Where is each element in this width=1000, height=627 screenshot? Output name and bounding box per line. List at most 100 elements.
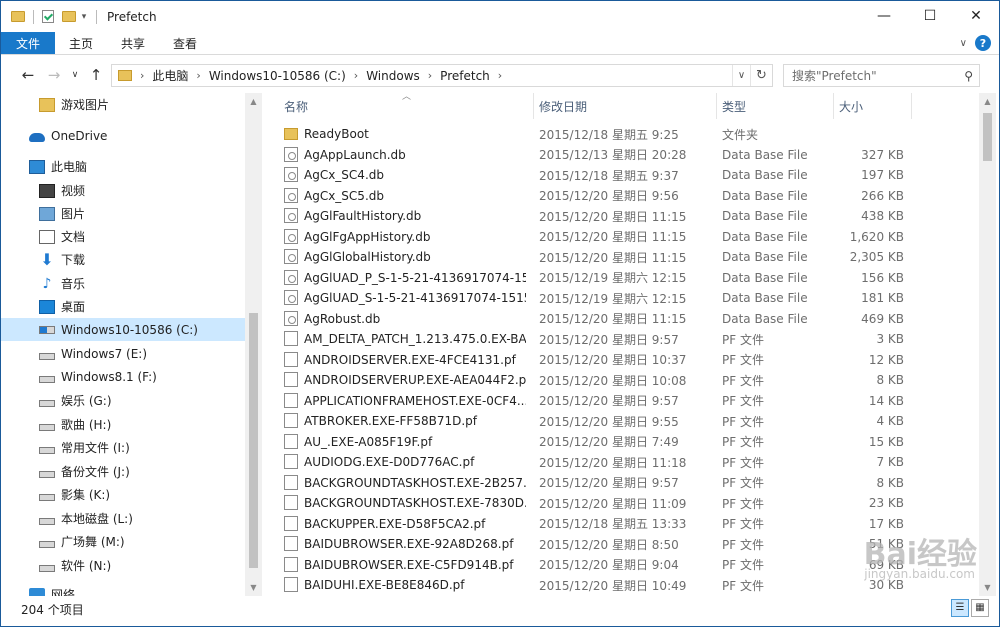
- back-button[interactable]: ←: [15, 66, 41, 84]
- file-row[interactable]: AgAppLaunch.db 2015/12/13 星期日 20:28 Data B…: [263, 145, 979, 166]
- column-divider[interactable]: [911, 93, 912, 119]
- file-row[interactable]: AgGlUAD_S-1-5-21-4136917074-1515... 2015/…: [263, 288, 979, 309]
- search-input[interactable]: 搜索"Prefetch" ⚲: [783, 64, 980, 87]
- breadcrumb-this-pc[interactable]: 此电脑: [152, 67, 188, 84]
- scroll-down-icon[interactable]: ▼: [979, 579, 996, 596]
- breadcrumb-separator[interactable]: ›: [354, 69, 358, 82]
- file-row[interactable]: BAIDUHI.EXE-BE8E846D.pf 2015/12/20 星期日 10…: [263, 575, 979, 596]
- tab-file[interactable]: 文件: [1, 32, 55, 54]
- sidebar-item[interactable]: ♪ 音乐: [1, 272, 245, 295]
- sidebar-item[interactable]: ⬇ 下载: [1, 248, 245, 271]
- file-row[interactable]: AM_DELTA_PATCH_1.213.475.0.EX-BA... 2015/…: [263, 329, 979, 350]
- sidebar-item[interactable]: 广场舞 (M:): [1, 530, 245, 553]
- file-row[interactable]: BACKGROUNDTASKHOST.EXE-2B257... 2015/12/2…: [263, 473, 979, 494]
- file-row[interactable]: AgCx_SC5.db 2015/12/20 星期日 9:56 Data Base …: [263, 186, 979, 207]
- file-row[interactable]: AUDIODG.EXE-D0D776AC.pf 2015/12/20 星期日 11…: [263, 452, 979, 473]
- breadcrumb-drive[interactable]: Windows10-10586 (C:): [209, 69, 346, 83]
- properties-icon[interactable]: [42, 10, 54, 23]
- breadcrumb-separator[interactable]: ›: [196, 69, 200, 82]
- breadcrumb-separator[interactable]: ›: [140, 69, 144, 82]
- maximize-button[interactable]: ☐: [907, 1, 953, 31]
- close-button[interactable]: ✕: [953, 1, 999, 31]
- search-icon[interactable]: ⚲: [964, 69, 973, 83]
- sidebar-item[interactable]: Windows7 (E:): [1, 342, 245, 365]
- file-row[interactable]: ANDROIDSERVER.EXE-4FCE4131.pf 2015/12/20 …: [263, 350, 979, 371]
- file-row[interactable]: AgRobust.db 2015/12/20 星期日 11:15 Data Base…: [263, 309, 979, 330]
- file-row[interactable]: APPLICATIONFRAMEHOST.EXE-0CF4... 2015/12/…: [263, 391, 979, 412]
- scroll-up-icon[interactable]: ▲: [979, 93, 996, 110]
- sidebar-item[interactable]: Windows10-10586 (C:): [1, 318, 245, 341]
- file-list-scrollbar[interactable]: ▲ ▼: [979, 93, 996, 596]
- large-icons-view-icon[interactable]: ▦: [971, 599, 989, 617]
- column-divider[interactable]: [833, 93, 834, 119]
- sidebar-item[interactable]: 常用文件 (I:): [1, 436, 245, 459]
- file-row[interactable]: BACKGROUNDTASKHOST.EXE-7830D... 2015/12/2…: [263, 493, 979, 514]
- refresh-button[interactable]: ↻: [750, 65, 772, 86]
- breadcrumb-separator[interactable]: ›: [498, 69, 502, 82]
- column-divider[interactable]: [533, 93, 534, 119]
- sidebar-item[interactable]: 视频: [1, 179, 245, 202]
- customize-toolbar-icon[interactable]: ▾: [78, 11, 90, 23]
- scroll-down-icon[interactable]: ▼: [245, 579, 262, 596]
- breadcrumb-windows[interactable]: Windows: [366, 69, 420, 83]
- tab-share[interactable]: 共享: [107, 32, 159, 54]
- column-header-type[interactable]: 类型: [722, 98, 746, 115]
- file-row[interactable]: AgGlUAD_P_S-1-5-21-4136917074-15... 2015/…: [263, 268, 979, 289]
- sidebar-item[interactable]: 网络: [1, 583, 245, 596]
- breadcrumb-prefetch[interactable]: Prefetch: [440, 69, 490, 83]
- file-type: Data Base File: [722, 229, 808, 244]
- expand-ribbon-icon[interactable]: ∨: [960, 38, 967, 49]
- tab-view[interactable]: 查看: [159, 32, 211, 54]
- details-view-icon[interactable]: ☰: [951, 599, 969, 617]
- sidebar-item[interactable]: OneDrive: [1, 124, 245, 147]
- file-row[interactable]: AgCx_SC4.db 2015/12/18 星期五 9:37 Data Base …: [263, 165, 979, 186]
- file-row[interactable]: BACKUPPER.EXE-D58F5CA2.pf 2015/12/18 星期五 …: [263, 514, 979, 535]
- file-row[interactable]: AU_.EXE-A085F19F.pf 2015/12/20 星期日 7:49 PF…: [263, 432, 979, 453]
- sidebar-item[interactable]: 桌面: [1, 295, 245, 318]
- file-row[interactable]: ATBROKER.EXE-FF58B71D.pf 2015/12/20 星期日 9…: [263, 411, 979, 432]
- sidebar-scrollbar[interactable]: ▲ ▼: [245, 93, 262, 596]
- sidebar-item[interactable]: 图片: [1, 202, 245, 225]
- sidebar-item[interactable]: 此电脑: [1, 155, 245, 178]
- sidebar-item[interactable]: Windows8.1 (F:): [1, 365, 245, 388]
- forward-button[interactable]: →: [41, 66, 67, 84]
- address-bar[interactable]: › 此电脑 › Windows10-10586 (C:) › Windows ›…: [111, 64, 773, 87]
- file-row[interactable]: AgGlFgAppHistory.db 2015/12/20 星期日 11:15 D…: [263, 227, 979, 248]
- up-button[interactable]: ↑: [83, 66, 109, 84]
- new-folder-icon[interactable]: [62, 11, 76, 22]
- sidebar-item[interactable]: 备份文件 (J:): [1, 460, 245, 483]
- sidebar-item[interactable]: 文档: [1, 225, 245, 248]
- address-dropdown-button[interactable]: ∨: [732, 65, 750, 86]
- file-row[interactable]: AgGlGlobalHistory.db 2015/12/20 星期日 11:15…: [263, 247, 979, 268]
- file-list-scroll-thumb[interactable]: [983, 113, 992, 161]
- sidebar-item[interactable]: 影集 (K:): [1, 483, 245, 506]
- sidebar-item[interactable]: 娱乐 (G:): [1, 389, 245, 412]
- minimize-button[interactable]: —: [861, 1, 907, 31]
- sidebar-item[interactable]: 软件 (N:): [1, 554, 245, 577]
- file-row[interactable]: ANDROIDSERVERUP.EXE-AEA044F2.pf 2015/12/2…: [263, 370, 979, 391]
- file-name: BAIDUBROWSER.EXE-92A8D268.pf: [304, 537, 514, 552]
- sidebar-item[interactable]: 歌曲 (H:): [1, 413, 245, 436]
- file-date: 2015/12/20 星期日 11:15: [539, 250, 687, 265]
- file-row[interactable]: AgGlFaultHistory.db 2015/12/20 星期日 11:15 D…: [263, 206, 979, 227]
- column-header-size[interactable]: 大小: [839, 98, 863, 115]
- file-type: PF 文件: [722, 414, 764, 429]
- file-row[interactable]: ReadyBoot 2015/12/18 星期五 9:25 文件夹: [263, 124, 979, 145]
- file-type: PF 文件: [722, 517, 764, 532]
- sidebar-item[interactable]: 本地磁盘 (L:): [1, 507, 245, 530]
- column-header-name[interactable]: 名称: [284, 98, 308, 115]
- file-row[interactable]: BAIDUBROWSER.EXE-C5FD914B.pf 2015/12/20 星…: [263, 555, 979, 576]
- sidebar-item[interactable]: 游戏图片: [1, 93, 245, 116]
- column-header-date[interactable]: 修改日期: [539, 98, 587, 115]
- file-name: AgGlFgAppHistory.db: [304, 229, 431, 244]
- tab-home[interactable]: 主页: [55, 32, 107, 54]
- help-icon[interactable]: ?: [975, 35, 991, 51]
- sidebar-scroll-thumb[interactable]: [249, 313, 258, 568]
- file-icon: [284, 331, 298, 346]
- recent-locations-button[interactable]: ∨: [67, 70, 83, 80]
- breadcrumb-separator[interactable]: ›: [428, 69, 432, 82]
- file-row[interactable]: BAIDUBROWSER.EXE-92A8D268.pf 2015/12/20 星…: [263, 534, 979, 555]
- scroll-up-icon[interactable]: ▲: [245, 93, 262, 110]
- file-type: PF 文件: [722, 435, 764, 450]
- column-divider[interactable]: [716, 93, 717, 119]
